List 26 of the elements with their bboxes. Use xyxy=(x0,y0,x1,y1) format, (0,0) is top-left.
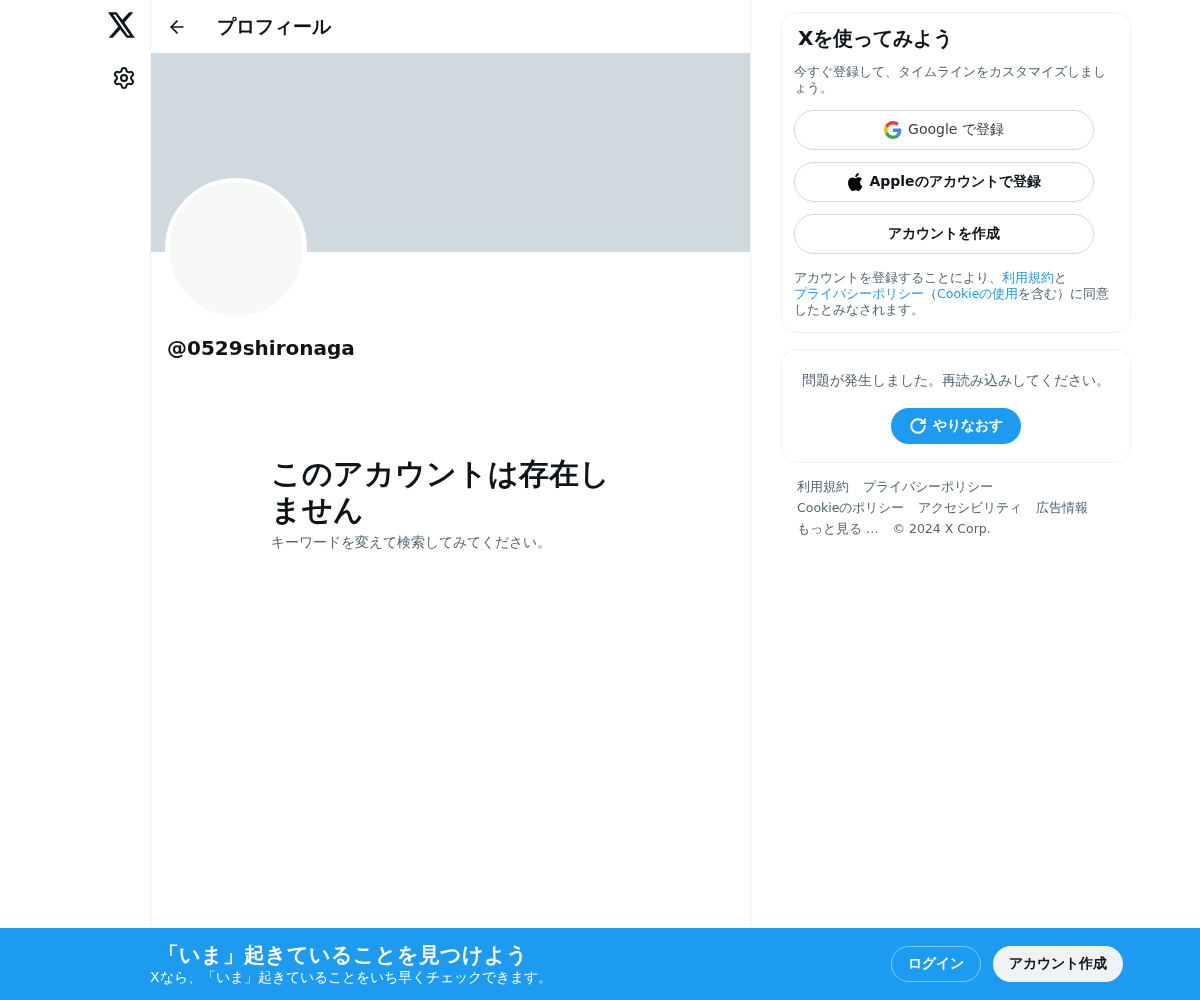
footer-link[interactable]: プライバシーポリシー xyxy=(863,479,993,496)
settings-icon[interactable] xyxy=(112,66,136,90)
footer-link[interactable]: 利用規約 xyxy=(797,479,849,496)
footer-link[interactable]: Cookieのポリシー xyxy=(797,500,905,517)
google-signup-button[interactable]: Google で登録 xyxy=(794,110,1094,150)
profile-handle: @0529shironaga xyxy=(166,335,356,360)
banner-title: 「いま」起きていることを見つけよう xyxy=(157,942,529,969)
x-logo-icon[interactable] xyxy=(108,12,136,38)
footer-link[interactable]: もっと見る … xyxy=(797,521,879,538)
banner-subtitle: Xなら、「いま」起きていることをいち早くチェックできます。 xyxy=(150,969,553,987)
empty-subtitle: キーワードを変えて検索してみてください。 xyxy=(271,534,552,552)
apple-icon xyxy=(847,173,864,191)
apple-signup-button[interactable]: Appleのアカウントで登録 xyxy=(794,162,1094,202)
create-account-button[interactable]: アカウントを作成 xyxy=(794,214,1094,254)
error-message: 問題が発生しました。再読み込みしてください。 xyxy=(802,371,1110,390)
empty-title: このアカウントは存在しません xyxy=(271,456,611,528)
google-icon xyxy=(884,121,903,139)
signup-button[interactable]: アカウント作成 xyxy=(993,946,1123,982)
page-title: プロフィール xyxy=(217,13,331,39)
signup-title: Xを使ってみよう xyxy=(797,25,955,52)
signup-subtitle: 今すぐ登録して、タイムラインをカスタマイズしましょう。 xyxy=(794,64,1107,96)
copyright-text: © 2024 X Corp. xyxy=(892,521,991,538)
legal-text: アカウントを登録することにより、利用規約 と プライバシーポリシー（Cookieの使用を含む）に同意したとみなされます。 xyxy=(794,270,1111,318)
refresh-icon xyxy=(909,417,927,435)
footer-link[interactable]: 広告情報 xyxy=(1036,500,1089,517)
footer-link[interactable]: アクセシビリティ xyxy=(918,500,1023,517)
